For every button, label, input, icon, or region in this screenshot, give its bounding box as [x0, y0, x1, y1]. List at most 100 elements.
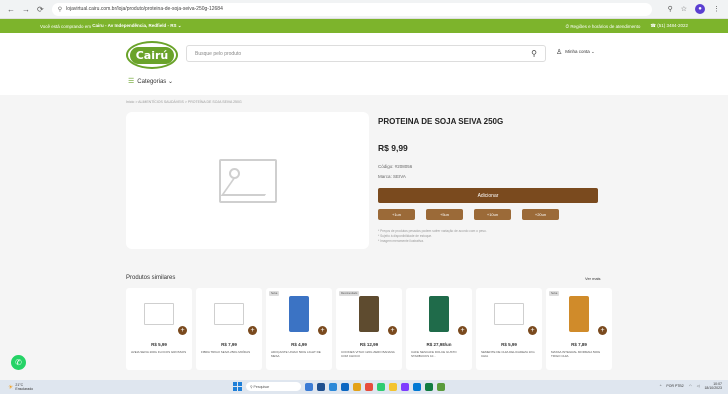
- service-hours-link[interactable]: ⏱ Regiões e horários de atendimento: [566, 24, 641, 29]
- add-to-cart-icon[interactable]: +: [388, 326, 397, 335]
- product-thumbnail[interactable]: [274, 294, 324, 334]
- forward-icon[interactable]: →: [22, 5, 30, 14]
- app-icon[interactable]: [437, 382, 445, 391]
- whatsapp-icon[interactable]: ✆: [11, 355, 26, 370]
- taskbar-apps: ⚲ Pesquisar: [233, 382, 445, 391]
- add-to-cart-icon[interactable]: +: [178, 326, 187, 335]
- weather-widget[interactable]: ☀ 21°C Ensolarado: [8, 383, 33, 391]
- reload-icon[interactable]: ⟳: [37, 5, 44, 14]
- add-to-cart-icon[interactable]: +: [528, 326, 537, 335]
- zoom-icon[interactable]: ⚲: [668, 5, 673, 13]
- product-card[interactable]: + R$ 5,99 SEMENTE DE CHIA DELICADEZA 1KG C…: [476, 288, 542, 370]
- breadcrumb[interactable]: Início > ALIMENTÍCIOS SAUDÁVEIS > PROTEÍ…: [126, 100, 242, 104]
- product-thumbnail[interactable]: [554, 294, 604, 334]
- product-info: PROTEINA DE SOJA SEIVA 250G R$ 9,99 Códi…: [378, 117, 598, 244]
- product-thumbnail[interactable]: [414, 294, 464, 334]
- see-more-link[interactable]: Ver mais: [585, 276, 601, 281]
- search-input[interactable]: Busque pelo produto ⚲: [186, 45, 546, 62]
- app-icon[interactable]: [341, 382, 349, 391]
- product-price: R$ 12,99: [359, 342, 379, 347]
- product-price: R$ 7,89: [571, 342, 587, 347]
- add-to-cart-icon[interactable]: +: [248, 326, 257, 335]
- product-meta: Código: #208056 Marca: SEIVA: [378, 162, 598, 182]
- product-name[interactable]: FIBRA TRIGO SEIVA 250G MOÍDAS: [201, 350, 259, 354]
- product-name[interactable]: MASSA INTEGRAL MORMAIA 500G TRIGO CHIA: [551, 350, 609, 358]
- similar-products-list: + R$ 5,99 AVEIA SEIVA 200G FLOCOS GROSSOS +…: [126, 288, 612, 370]
- product-name[interactable]: CAFE NESCAFE DOLCE GUSTO STARBUCKS 10...: [411, 350, 469, 358]
- chevron-up-icon[interactable]: ^: [660, 384, 662, 388]
- product-card[interactable]: Seiva + R$ 7,89 MASSA INTEGRAL MORMAIA 500G…: [546, 288, 612, 370]
- weather-text: Ensolarado: [15, 387, 34, 391]
- wifi-icon[interactable]: ◠: [689, 384, 692, 388]
- add-to-cart-icon[interactable]: +: [598, 326, 607, 335]
- image-placeholder-icon: [214, 303, 244, 325]
- product-price: R$ 7,99: [221, 342, 237, 347]
- qty-button-20[interactable]: +20un: [522, 209, 559, 220]
- product-price: R$ 9,99: [378, 143, 408, 153]
- product-package-image: [429, 296, 449, 332]
- product-name[interactable]: AVEIA SEIVA 200G FLOCOS GROSSOS: [131, 350, 189, 354]
- store-logo[interactable]: Cairú: [126, 41, 178, 69]
- product-name[interactable]: ADOÇANTE UNIAO 500G LIGHT DE MESA: [271, 350, 329, 358]
- browser-nav: ← → ⟳: [7, 5, 44, 14]
- qty-button-1[interactable]: +1un: [378, 209, 415, 220]
- product-card[interactable]: + R$ 7,99 FIBRA TRIGO SEIVA 250G MOÍDAS: [196, 288, 262, 370]
- browser-toolbar: ← → ⟳ ⚲ lojavirtual.cairu.com.br/loja/pr…: [0, 0, 728, 19]
- site-info-icon[interactable]: ⚲: [58, 6, 62, 13]
- folder-icon[interactable]: [389, 382, 397, 391]
- clock-date: 18/10/2023: [704, 386, 722, 390]
- app-icon[interactable]: [365, 382, 373, 391]
- account-menu[interactable]: ♙ Minha conta ⌄: [556, 48, 595, 56]
- language-indicator[interactable]: POR PTB2: [666, 384, 683, 388]
- qty-button-5[interactable]: +5un: [426, 209, 463, 220]
- add-to-cart-icon[interactable]: +: [458, 326, 467, 335]
- categories-label: Categorias ⌄: [137, 78, 173, 85]
- product-notes: * Preços de produtos pesados podem sofre…: [378, 229, 598, 244]
- taskbar-search[interactable]: ⚲ Pesquisar: [246, 382, 301, 391]
- product-price: R$ 5,99: [151, 342, 167, 347]
- product-card[interactable]: + R$ 27,98/un CAFE NESCAFE DOLCE GUSTO STA…: [406, 288, 472, 370]
- search-placeholder: Busque pelo produto: [195, 50, 242, 57]
- product-thumbnail[interactable]: [204, 294, 254, 334]
- product-card[interactable]: Recomendado + R$ 12,99 COOKIES VITAO 120G Z…: [336, 288, 402, 370]
- product-thumbnail[interactable]: [484, 294, 534, 334]
- qty-button-10[interactable]: +10un: [474, 209, 511, 220]
- product-thumbnail[interactable]: [344, 294, 394, 334]
- product-name[interactable]: COOKIES VITAO 120G ZERO BANANA COM CHOCO: [341, 350, 399, 358]
- speaker-icon[interactable]: ◁: [697, 384, 700, 388]
- product-card[interactable]: + R$ 5,99 AVEIA SEIVA 200G FLOCOS GROSSOS: [126, 288, 192, 370]
- app-icon[interactable]: [425, 382, 433, 391]
- back-icon[interactable]: ←: [7, 5, 15, 14]
- app-icon[interactable]: [353, 382, 361, 391]
- browser-menu-icon[interactable]: ⋮: [713, 5, 720, 13]
- categories-menu[interactable]: ☰ Categorias ⌄: [128, 77, 173, 85]
- windows-start-icon[interactable]: [233, 382, 242, 391]
- app-icon[interactable]: [317, 382, 325, 391]
- product-code: Código: #208056: [378, 164, 413, 169]
- product-title: PROTEINA DE SOJA SEIVA 250G: [378, 117, 504, 126]
- phone-link[interactable]: ☎ (51) 3484-2022: [650, 23, 688, 29]
- profile-avatar[interactable]: ●: [695, 4, 705, 14]
- product-card[interactable]: Seiva + R$ 4,99 ADOÇANTE UNIAO 500G LIGHT D…: [266, 288, 332, 370]
- image-placeholder-icon: [144, 303, 174, 325]
- product-name[interactable]: SEMENTE DE CHIA DELICADEZA 1KG CHIA: [481, 350, 539, 358]
- taskbar-search-label: Pesquisar: [253, 384, 270, 389]
- account-label: Minha conta ⌄: [565, 49, 595, 54]
- store-location-selector[interactable]: Cairu - Av Independência, Redfield - RS …: [92, 23, 181, 29]
- location-prefix: Você está comprando em: [40, 23, 92, 29]
- similar-products-title: Produtos similares: [126, 275, 176, 281]
- app-icon[interactable]: [401, 382, 409, 391]
- search-icon[interactable]: ⚲: [531, 49, 537, 58]
- browser-actions: ⚲ ☆ ● ⋮: [668, 4, 720, 14]
- app-icon[interactable]: [329, 382, 337, 391]
- product-thumbnail[interactable]: [134, 294, 184, 334]
- product-package-image: [359, 296, 379, 332]
- add-to-cart-button[interactable]: Adicionar: [378, 188, 598, 203]
- clock[interactable]: 10:07 18/10/2023: [704, 382, 722, 390]
- app-icon[interactable]: [305, 382, 313, 391]
- add-to-cart-icon[interactable]: +: [318, 326, 327, 335]
- app-icon[interactable]: [413, 382, 421, 391]
- address-bar[interactable]: ⚲ lojavirtual.cairu.com.br/loja/produto/…: [51, 2, 652, 16]
- bookmark-star-icon[interactable]: ☆: [681, 5, 687, 13]
- app-icon[interactable]: [377, 382, 385, 391]
